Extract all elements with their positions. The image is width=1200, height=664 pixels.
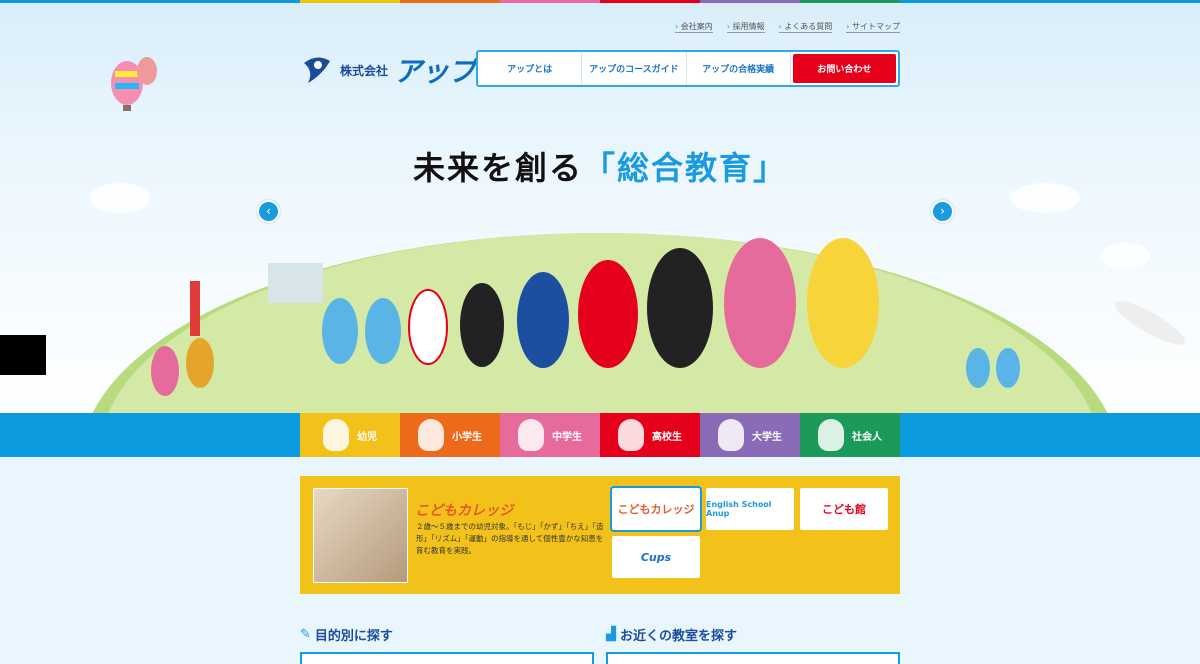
- doll-icon: [618, 419, 644, 451]
- headline-text: 未来を創る: [412, 149, 583, 187]
- utility-link[interactable]: よくある質問: [778, 21, 833, 33]
- doll-icon: [818, 419, 844, 451]
- building-icon: ▟: [606, 627, 616, 642]
- brand-logo-kodomokan[interactable]: こども館: [800, 488, 888, 530]
- course-panel: こどもカレッジ ２歳～５歳までの幼児対象。「もじ」「かず」「ちえ」「造形」「リズ…: [300, 476, 900, 594]
- tab-working-adult[interactable]: 社会人: [800, 413, 900, 457]
- section-title: 目的別に探す: [314, 629, 393, 644]
- site-logo[interactable]: 株式会社 アップ: [300, 50, 476, 90]
- brand-logo-kodomo-college[interactable]: こどもカレッジ: [610, 486, 702, 532]
- utility-nav: 会社案内 採用情報 よくある質問 サイトマップ: [675, 21, 900, 33]
- section-nearby-heading: ▟ お近くの教室を探す: [606, 625, 737, 644]
- brand-logo-anup[interactable]: English School Anup: [706, 488, 794, 530]
- section-title: お近くの教室を探す: [620, 629, 738, 644]
- category-tabs: 幼児 小学生 中学生 高校生 大学生 社会人: [300, 413, 900, 457]
- course-photo: [313, 488, 408, 583]
- course-title: こどもカレッジ: [415, 503, 513, 519]
- doll-icon: [718, 419, 744, 451]
- tab-label: 高校生: [652, 431, 682, 443]
- utility-link[interactable]: 採用情報: [726, 21, 765, 33]
- utility-link[interactable]: サイトマップ: [846, 21, 900, 33]
- pencil-icon: ✎: [300, 627, 311, 642]
- tab-high-school[interactable]: 高校生: [600, 413, 700, 457]
- hero-headline: 未来を創る「総合教育」: [0, 143, 1200, 189]
- tab-infant[interactable]: 幼児: [300, 413, 400, 457]
- global-nav: アップとは アップのコースガイド アップの合格実績 お問い合わせ: [476, 50, 900, 87]
- headline-highlight: 「総合教育」: [583, 149, 788, 187]
- utility-link[interactable]: 会社案内: [675, 21, 713, 33]
- nav-contact-button[interactable]: お問い合わせ: [792, 54, 896, 83]
- nav-about[interactable]: アップとは: [478, 52, 583, 85]
- nav-results[interactable]: アップの合格実績: [687, 52, 791, 85]
- tab-label: 大学生: [752, 431, 782, 443]
- tab-university[interactable]: 大学生: [700, 413, 800, 457]
- doll-icon: [518, 419, 544, 451]
- nearby-box: [606, 652, 900, 664]
- balloon-icon: [111, 57, 157, 111]
- tab-junior-high[interactable]: 中学生: [500, 413, 600, 457]
- logo-mark-icon: [304, 57, 330, 83]
- logo-name: アップ: [394, 55, 476, 88]
- tab-label: 中学生: [552, 431, 582, 443]
- tab-label: 小学生: [452, 431, 482, 443]
- nav-course-guide[interactable]: アップのコースガイド: [582, 52, 687, 85]
- tab-label: 社会人: [852, 431, 882, 443]
- hero-illustration: [92, 233, 1185, 413]
- brand-logo-cups[interactable]: Cups: [612, 536, 700, 578]
- side-widget[interactable]: [0, 335, 46, 375]
- tab-label: 幼児: [357, 431, 377, 443]
- doll-icon: [418, 419, 444, 451]
- hero: 会社案内 採用情報 よくある質問 サイトマップ 株式会社 アップ アップとは ア…: [0, 3, 1200, 413]
- tab-elementary[interactable]: 小学生: [400, 413, 500, 457]
- section-purpose-heading: ✎ 目的別に探す: [300, 625, 393, 644]
- brand-logos: こどもカレッジ English School Anup こども館 Cups: [610, 486, 888, 578]
- purpose-box: [300, 652, 594, 664]
- logo-company: 株式会社: [340, 63, 389, 78]
- doll-icon: [323, 419, 349, 451]
- course-description: ２歳～５歳までの幼児対象。「もじ」「かず」「ちえ」「造形」「リズム」「運動」の指…: [416, 522, 604, 555]
